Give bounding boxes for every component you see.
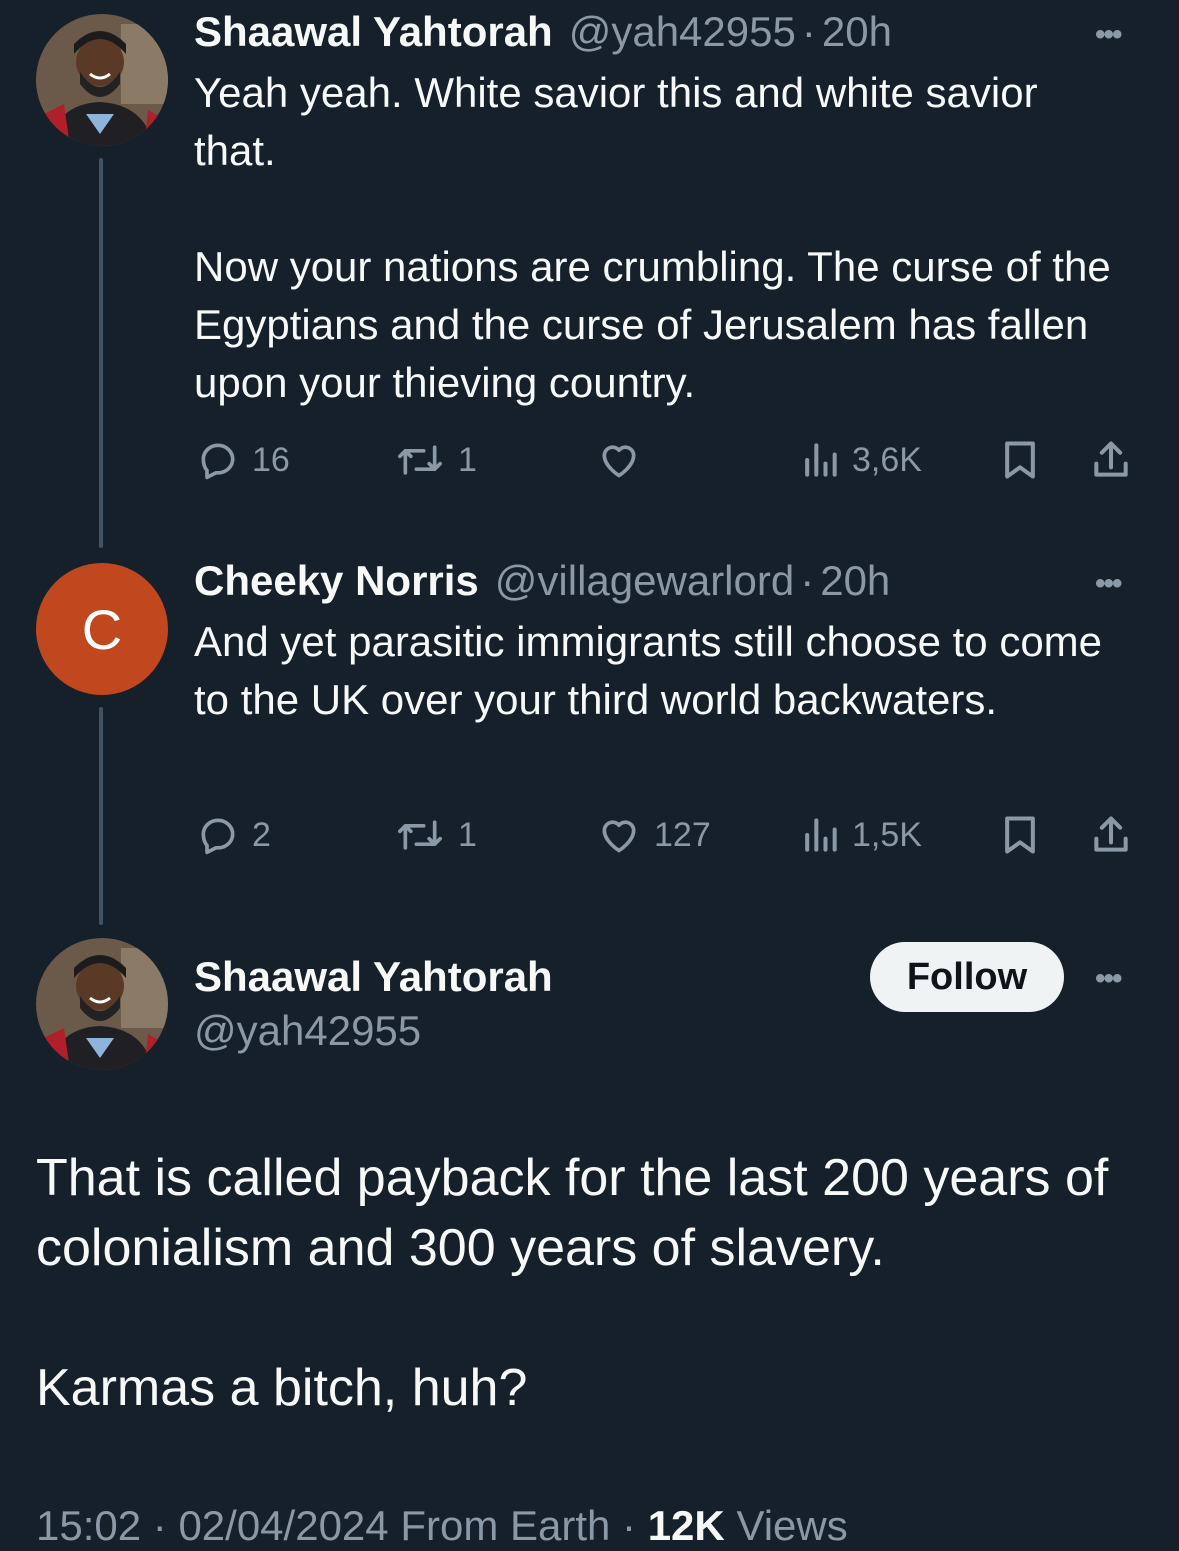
author-handle[interactable]: @yah42955 [569,8,796,56]
tweet-time[interactable]: 15:02 [36,1502,141,1549]
tweet-time[interactable]: 20h [822,8,892,56]
analytics-icon [805,818,837,852]
tweet-header: Shaawal Yahtorah @yah42955 · 20h [194,8,892,56]
views-button[interactable]: 3,6K [800,438,922,482]
share-icon [1094,816,1128,852]
retweet-icon [398,445,442,475]
author-name[interactable]: Shaawal Yahtorah [194,8,553,56]
retweet-button[interactable]: 1 [394,813,477,857]
retweet-button[interactable]: 1 [394,438,477,482]
views-label[interactable]: Views [736,1502,847,1549]
share-button[interactable] [1088,438,1134,482]
author-name[interactable]: Cheeky Norris [194,557,479,605]
thread-line [99,707,103,925]
like-button[interactable]: 127 [596,813,711,857]
tweet-source: From Earth [400,1502,611,1549]
tweet-header: Cheeky Norris @villagewarlord · 20h [194,557,890,605]
views-button[interactable]: 1,5K [800,813,922,857]
more-options-icon[interactable]: ••• [1095,567,1122,601]
more-options-icon[interactable]: ••• [1095,962,1122,996]
avatar[interactable]: C [36,563,168,695]
tweet-text: And yet parasitic immigrants still choos… [194,618,1103,723]
avatar-letter: C [81,597,123,661]
separator-dot: · [801,8,816,55]
tweet-time[interactable]: 20h [820,557,890,605]
heart-icon [602,820,636,853]
reply-icon [201,443,235,480]
retweet-count: 1 [458,440,477,479]
view-count: 3,6K [852,440,922,479]
separator-dot: · [152,1502,179,1549]
views-count[interactable]: 12K [648,1502,725,1549]
separator-dot: · [800,557,815,604]
more-options-icon[interactable]: ••• [1095,18,1122,52]
author-handle[interactable]: @yah42955 [194,1007,421,1055]
retweet-count: 1 [458,815,477,854]
tweet-text: Yeah yeah. White savior this and white s… [194,69,1111,406]
share-button[interactable] [1088,813,1134,857]
retweet-icon [398,820,442,850]
profile-photo [36,938,168,1070]
reply-count: 2 [252,815,271,854]
heart-icon [602,445,636,478]
avatar[interactable] [36,14,168,146]
thread-line [99,158,103,548]
separator-dot: · [622,1502,648,1549]
bookmark-button[interactable] [1000,438,1040,482]
profile-photo [36,14,168,146]
reply-count: 16 [252,440,290,479]
author-handle[interactable]: @villagewarlord [495,557,794,605]
like-button[interactable] [596,438,654,482]
tweet-meta: 15:02 · 02/04/2024 From Earth · 12K View… [36,1502,848,1550]
author-name[interactable]: Shaawal Yahtorah [194,953,553,1001]
avatar[interactable] [36,938,168,1070]
like-count: 127 [654,815,711,854]
bookmark-button[interactable] [1000,813,1040,857]
share-icon [1094,441,1128,477]
view-count: 1,5K [852,815,922,854]
reply-icon [201,818,235,855]
bookmark-icon [1005,441,1035,479]
reply-button[interactable]: 2 [196,813,271,857]
analytics-icon [805,443,837,477]
reply-button[interactable]: 16 [196,438,290,482]
bookmark-icon [1005,816,1035,854]
tweet-date[interactable]: 02/04/2024 [178,1502,388,1549]
tweet-text: That is called payback for the last 200 … [36,1149,1109,1417]
follow-button[interactable]: Follow [870,942,1064,1012]
